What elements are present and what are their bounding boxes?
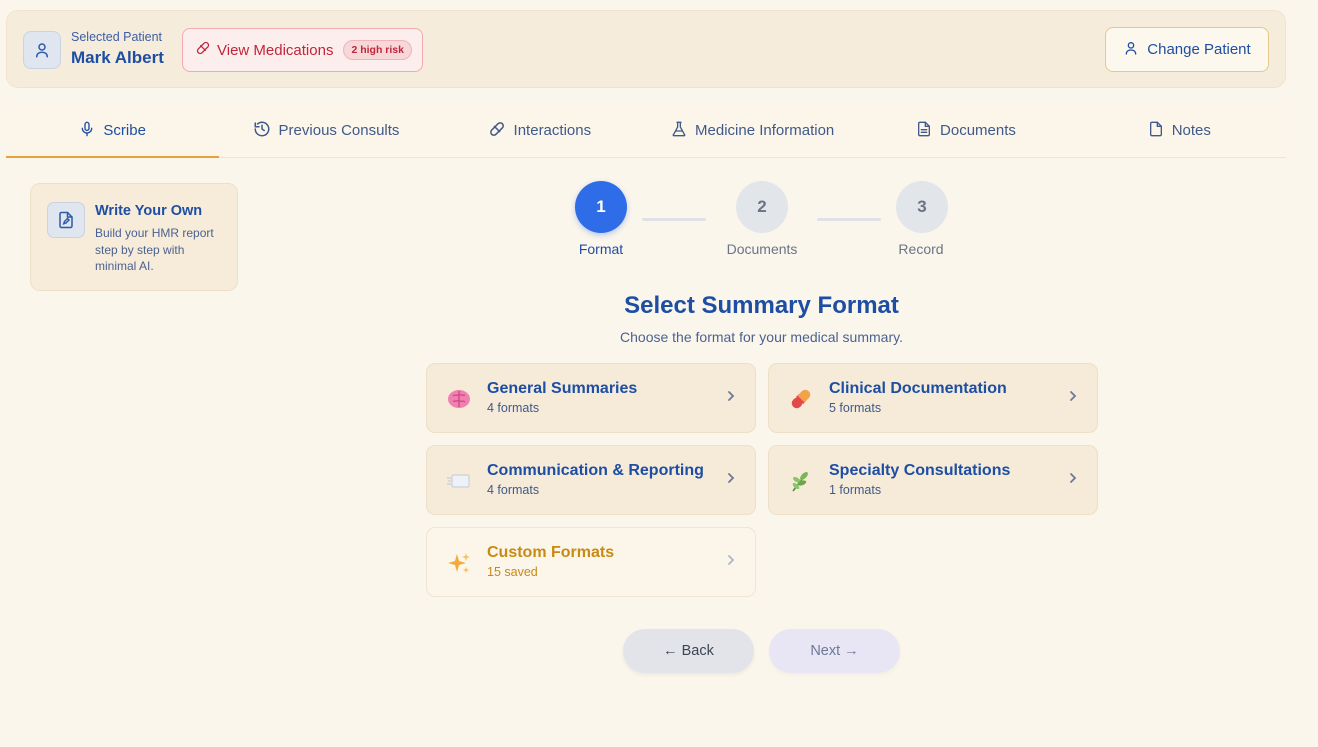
change-patient-button[interactable]: Change Patient	[1105, 27, 1269, 72]
format-count: 4 formats	[487, 401, 540, 415]
tab-label: Medicine Information	[695, 122, 835, 139]
brain-icon	[445, 385, 473, 413]
format-card-custom-formats[interactable]: Custom Formats 15 saved	[426, 527, 756, 597]
chevron-right-icon	[1067, 389, 1079, 408]
format-count: 1 formats	[829, 483, 882, 497]
view-medications-button[interactable]: View Medications 2 high risk	[182, 28, 423, 72]
tab-previous-consults[interactable]: Previous Consults	[219, 104, 432, 157]
tab-label: Previous Consults	[278, 122, 400, 139]
tab-label: Scribe	[103, 122, 146, 139]
step-2-circle: 2	[736, 181, 788, 233]
chevron-right-icon	[1067, 471, 1079, 490]
risk-badge: 2 high risk	[343, 40, 412, 60]
step-1-circle: 1	[575, 181, 627, 233]
format-card-specialty-consultations[interactable]: Specialty Consultations 1 formats	[768, 445, 1098, 515]
edit-document-icon	[47, 202, 85, 238]
tab-label: Documents	[940, 122, 1016, 139]
format-card-communication-reporting[interactable]: Communication & Reporting 4 formats	[426, 445, 756, 515]
format-title: Communication & Reporting	[487, 462, 704, 479]
tab-scribe[interactable]: Scribe	[6, 104, 220, 158]
format-title: Specialty Consultations	[829, 462, 1011, 479]
herb-icon	[787, 467, 815, 495]
flask-icon	[671, 120, 687, 142]
patient-bar: Selected Patient Mark Albert View Medica…	[6, 10, 1286, 88]
step-1-label: Format	[578, 241, 624, 257]
step-connector	[817, 218, 881, 221]
patient-name: Mark Albert	[71, 48, 164, 67]
pill-icon	[488, 120, 506, 142]
tab-label: Notes	[1171, 122, 1211, 139]
tab-documents[interactable]: Documents	[859, 104, 1072, 157]
format-count: 4 formats	[487, 483, 540, 497]
next-button[interactable]: Next →	[769, 629, 900, 673]
pill-icon	[195, 40, 211, 60]
sparkles-icon	[445, 549, 473, 577]
tab-label: Interactions	[513, 122, 592, 139]
note-icon	[1148, 120, 1164, 142]
change-patient-label: Change Patient	[1147, 41, 1251, 58]
microphone-icon	[79, 120, 95, 142]
write-your-own-description: Build your HMR report step by step with …	[95, 226, 214, 273]
page-title: Select Summary Format	[624, 292, 899, 319]
user-icon	[23, 31, 61, 69]
step-3-label: Record	[898, 241, 944, 257]
tab-notes[interactable]: Notes	[1073, 104, 1286, 157]
format-count: 5 formats	[829, 401, 882, 415]
format-card-clinical-documentation[interactable]: Clinical Documentation 5 formats	[768, 363, 1098, 433]
capsule-icon	[787, 385, 815, 413]
step-2-label: Documents	[726, 241, 798, 257]
tab-bar: Scribe Previous Consults Interactions Me…	[6, 104, 1286, 158]
history-icon	[253, 120, 271, 142]
tab-interactions[interactable]: Interactions	[433, 104, 646, 157]
paper-icon	[445, 467, 473, 495]
chevron-right-icon	[725, 553, 737, 572]
chevron-right-icon	[725, 389, 737, 408]
format-title: Clinical Documentation	[829, 380, 1007, 397]
step-connector	[642, 218, 706, 221]
write-your-own-title: Write Your Own	[95, 203, 203, 219]
page-subtitle: Choose the format for your medical summa…	[620, 329, 903, 345]
format-title: General Summaries	[487, 380, 638, 397]
format-card-general-summaries[interactable]: General Summaries 4 formats	[426, 363, 756, 433]
patient-label: Selected Patient	[71, 30, 163, 44]
step-3-circle: 3	[896, 181, 948, 233]
chevron-right-icon	[725, 471, 737, 490]
view-medications-label: View Medications	[217, 41, 334, 59]
document-icon	[916, 120, 932, 142]
format-count: 15 saved	[487, 565, 538, 579]
write-your-own-card[interactable]: Write Your Own Build your HMR report ste…	[30, 183, 238, 291]
back-button[interactable]: ← Back	[623, 629, 754, 673]
user-icon	[1123, 40, 1139, 60]
format-title: Custom Formats	[487, 544, 615, 561]
tab-medicine-information[interactable]: Medicine Information	[646, 104, 859, 157]
